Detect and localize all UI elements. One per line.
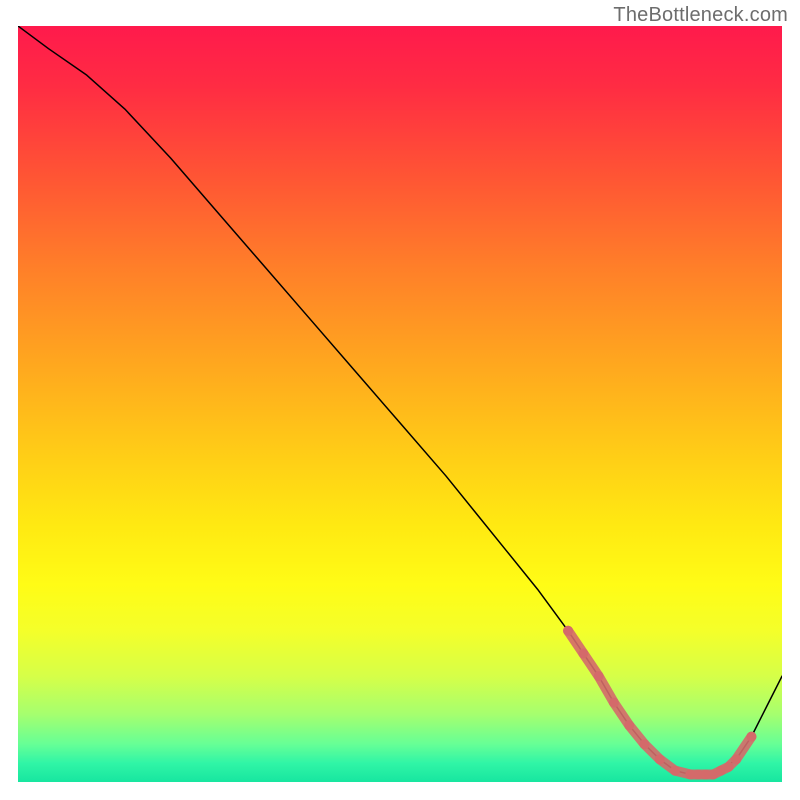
curve-line [18,26,782,774]
watermark-text: TheBottleneck.com [613,4,788,27]
highlight-dots [563,626,756,780]
chart-container: TheBottleneck.com [0,0,800,800]
plot-area [18,26,782,782]
chart-foreground [18,26,782,782]
